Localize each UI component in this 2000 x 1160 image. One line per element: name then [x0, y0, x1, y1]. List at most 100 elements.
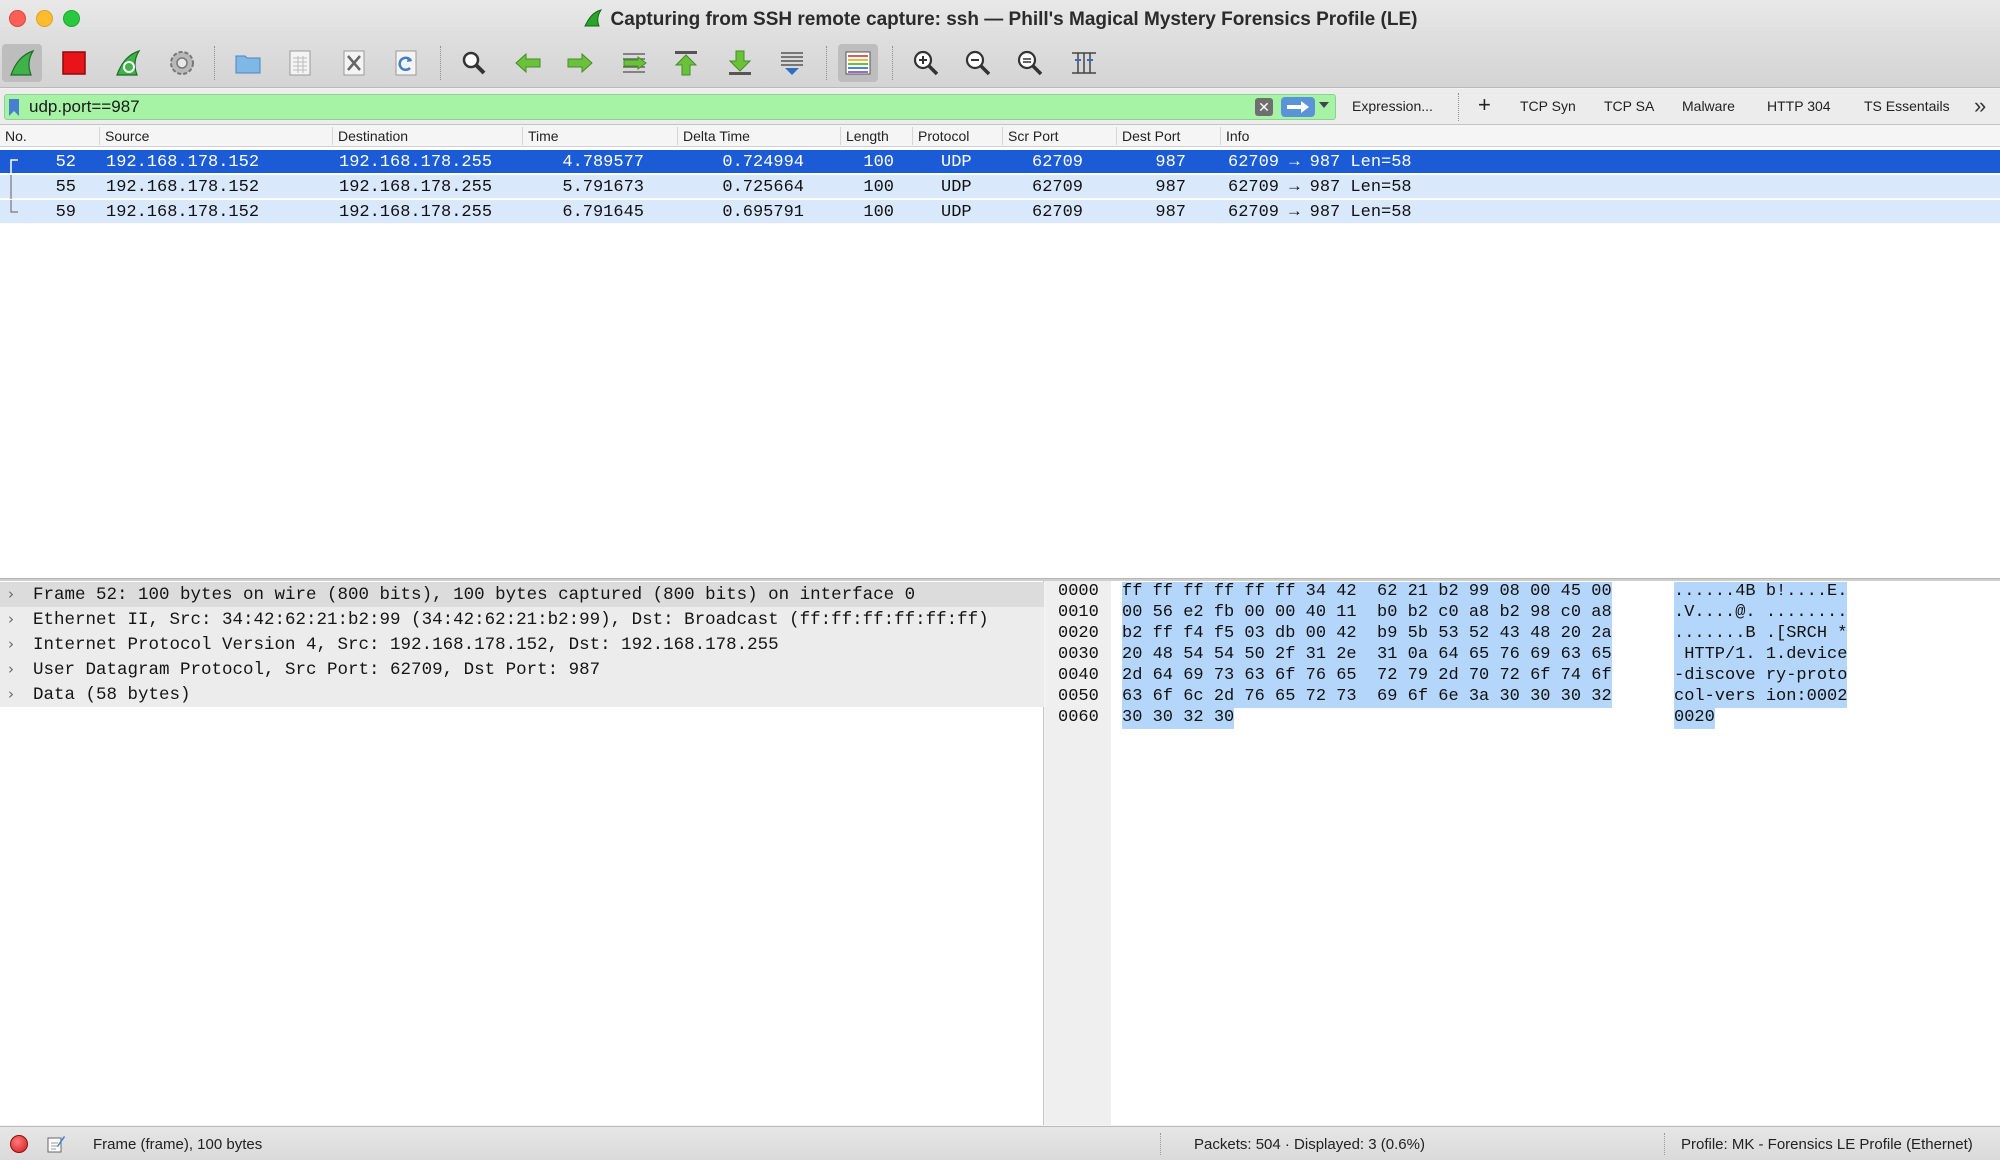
packet-src-port: 62709: [1032, 203, 1084, 222]
column-header-source[interactable]: Source: [105, 128, 149, 144]
tree-item-frame[interactable]: › Frame 52: 100 bytes on wire (800 bits)…: [0, 582, 1044, 607]
column-header-src-port[interactable]: Scr Port: [1008, 128, 1059, 144]
packet-no: 55: [55, 178, 76, 197]
ascii-bytes[interactable]: ......4B b!....E.: [1674, 582, 1848, 603]
display-filter-field[interactable]: ✕: [4, 94, 1336, 120]
packet-destination: 192.168.178.255: [339, 178, 493, 197]
reload-file-button[interactable]: [386, 44, 426, 82]
column-separator: [1116, 127, 1117, 145]
ascii-bytes[interactable]: -discove ry-proto: [1674, 666, 1848, 687]
hex-bytes[interactable]: 2d 64 69 73 63 6f 76 65 72 79 2d 70 72 6…: [1122, 666, 1612, 687]
column-header-time[interactable]: Time: [528, 128, 559, 144]
reload-document-icon: [395, 50, 417, 76]
edit-comment-icon[interactable]: [46, 1134, 66, 1154]
title-bar: Capturing from SSH remote capture: ssh —…: [0, 0, 2000, 38]
column-header-destination[interactable]: Destination: [338, 128, 408, 144]
auto-scroll-button[interactable]: [772, 44, 812, 82]
hex-bytes[interactable]: 63 6f 6c 2d 76 65 72 73 69 6f 6e 3a 30 3…: [1122, 687, 1612, 708]
expert-info-icon[interactable]: [10, 1135, 28, 1153]
apply-filter-button[interactable]: [1281, 97, 1315, 117]
packet-row[interactable]: 52 192.168.178.152 192.168.178.255 4.789…: [0, 150, 2000, 174]
column-header-protocol[interactable]: Protocol: [918, 128, 969, 144]
byte-offset: 0040: [1058, 666, 1099, 685]
ascii-bytes[interactable]: .V....@. ........: [1674, 603, 1848, 624]
stop-capture-button[interactable]: [54, 44, 94, 82]
column-header-dest-port[interactable]: Dest Port: [1122, 128, 1180, 144]
colorize-button[interactable]: [838, 44, 878, 82]
filter-button-tcp-sa[interactable]: TCP SA: [1604, 98, 1654, 114]
column-header-no[interactable]: No.: [5, 128, 27, 144]
packet-no: 52: [55, 153, 76, 172]
status-bar: Frame (frame), 100 bytes Packets: 504 · …: [0, 1126, 2000, 1160]
packet-length: 100: [863, 153, 894, 172]
column-header-delta-time[interactable]: Delta Time: [683, 128, 750, 144]
go-forward-button[interactable]: [560, 44, 600, 82]
normal-size-button[interactable]: [1010, 44, 1050, 82]
chevron-right-icon[interactable]: ›: [8, 610, 14, 628]
resize-columns-button[interactable]: [1064, 44, 1104, 82]
packet-row[interactable]: 59 192.168.178.152 192.168.178.255 6.791…: [0, 200, 2000, 224]
restart-capture-button[interactable]: [108, 44, 148, 82]
status-packet-counts: Packets: 504 · Displayed: 3 (0.6%): [1194, 1136, 1425, 1153]
expression-button[interactable]: Expression...: [1352, 98, 1433, 114]
zoom-reset-icon: [1017, 50, 1043, 76]
column-header-length[interactable]: Length: [846, 128, 889, 144]
go-back-button[interactable]: [508, 44, 548, 82]
ascii-bytes[interactable]: col-vers ion:0002: [1674, 687, 1848, 708]
add-filter-button[interactable]: +: [1478, 92, 1491, 118]
tree-item-udp[interactable]: › User Datagram Protocol, Src Port: 6270…: [0, 657, 1044, 682]
display-filter-input[interactable]: [29, 96, 1239, 118]
more-filter-buttons[interactable]: »: [1974, 93, 1987, 119]
packet-delta-time: 0.695791: [722, 203, 804, 222]
chevron-right-icon[interactable]: ›: [8, 585, 14, 603]
hex-bytes[interactable]: ff ff ff ff ff ff 34 42 62 21 b2 99 08 0…: [1122, 582, 1612, 603]
chevron-right-icon[interactable]: ›: [8, 635, 14, 653]
filter-button-malware[interactable]: Malware: [1682, 98, 1735, 114]
toolbar-separator: [892, 46, 893, 80]
filter-button-tcp-syn[interactable]: TCP Syn: [1520, 98, 1576, 114]
filter-button-http-304[interactable]: HTTP 304: [1767, 98, 1831, 114]
chevron-right-icon[interactable]: ›: [8, 685, 14, 703]
filter-button-ts-essentails[interactable]: TS Essentails: [1864, 98, 1950, 114]
tree-item-ethernet[interactable]: › Ethernet II, Src: 34:42:62:21:b2:99 (3…: [0, 607, 1044, 632]
status-profile[interactable]: Profile: MK - Forensics LE Profile (Ethe…: [1681, 1136, 1973, 1153]
zoom-in-button[interactable]: [906, 44, 946, 82]
hex-bytes[interactable]: 20 48 54 54 50 2f 31 2e 31 0a 64 65 76 6…: [1122, 645, 1612, 666]
zoom-out-button[interactable]: [958, 44, 998, 82]
packet-delta-time: 0.725664: [722, 178, 804, 197]
status-separator: [1160, 1133, 1161, 1155]
packet-length: 100: [863, 178, 894, 197]
filter-history-dropdown[interactable]: [1319, 102, 1329, 108]
byte-offset: 0060: [1058, 708, 1099, 727]
go-first-button[interactable]: [666, 44, 706, 82]
tree-item-label: Ethernet II, Src: 34:42:62:21:b2:99 (34:…: [33, 610, 989, 630]
hex-bytes[interactable]: b2 ff f4 f5 03 db 00 42 b9 5b 53 52 43 4…: [1122, 624, 1612, 645]
close-file-button[interactable]: [334, 44, 374, 82]
packet-delta-time: 0.724994: [722, 153, 804, 172]
find-packet-button[interactable]: [454, 44, 494, 82]
resize-columns-icon: [1072, 52, 1096, 74]
save-file-button[interactable]: [280, 44, 320, 82]
display-filter-bar: ✕ Expression... + TCP Syn TCP SA Malware…: [0, 89, 2000, 125]
bookmark-icon[interactable]: [9, 99, 19, 116]
ascii-bytes[interactable]: .......B .[SRCH *: [1674, 624, 1848, 645]
tree-item-ipv4[interactable]: › Internet Protocol Version 4, Src: 192.…: [0, 632, 1044, 657]
go-to-packet-button[interactable]: [614, 44, 654, 82]
column-separator: [912, 127, 913, 145]
go-last-button[interactable]: [720, 44, 760, 82]
column-separator: [840, 127, 841, 145]
chevron-right-icon[interactable]: ›: [8, 660, 14, 678]
packet-row[interactable]: 55 192.168.178.152 192.168.178.255 5.791…: [0, 175, 2000, 199]
ascii-bytes[interactable]: 0020: [1674, 708, 1715, 729]
start-capture-button[interactable]: [2, 44, 42, 82]
open-file-button[interactable]: [228, 44, 268, 82]
packet-list: No. Source Destination Time Delta Time L…: [0, 125, 2000, 580]
tree-item-data[interactable]: › Data (58 bytes): [0, 682, 1044, 707]
clear-filter-icon[interactable]: ✕: [1255, 98, 1273, 116]
tree-item-label: Data (58 bytes): [33, 685, 191, 705]
column-separator: [677, 127, 678, 145]
capture-options-button[interactable]: [162, 44, 202, 82]
hex-bytes[interactable]: 30 30 32 30: [1122, 708, 1235, 729]
hex-bytes[interactable]: 00 56 e2 fb 00 00 40 11 b0 b2 c0 a8 b2 9…: [1122, 603, 1612, 624]
ascii-bytes[interactable]: HTTP/1. 1.device: [1674, 645, 1848, 666]
